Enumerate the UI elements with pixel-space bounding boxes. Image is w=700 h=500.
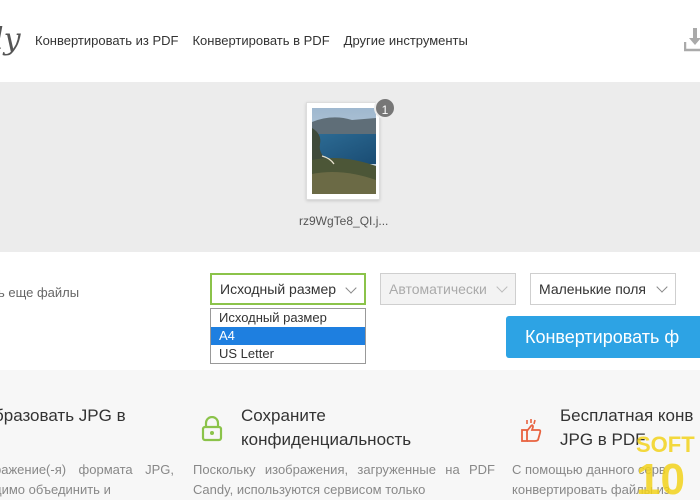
page-size-select[interactable]: Исходный размер: [210, 273, 366, 305]
upload-area[interactable]: 1 rz9WgTe8_QI.j...: [0, 82, 700, 252]
info-title: Сохраните конфиденциальность: [241, 406, 412, 449]
info-text: Поскольку изображения, загруженные на PD…: [193, 462, 495, 497]
conversion-options: ть еще файлы Исходный размер Автоматичес…: [0, 252, 700, 370]
watermark-line1: SOFT: [636, 432, 695, 457]
chevron-down-icon: [345, 282, 357, 294]
nav-convert-from-pdf[interactable]: Конвертировать из PDF: [35, 33, 178, 48]
page-size-option-a4[interactable]: A4: [211, 327, 365, 345]
watermark-line2: 10: [636, 455, 685, 500]
logo[interactable]: ly: [0, 22, 21, 57]
file-count-badge: 1: [374, 97, 396, 119]
margin-value: Маленькие поля: [539, 281, 647, 297]
thumbs-up-icon: [521, 419, 542, 442]
page: ly Конвертировать из PDF Конвертировать …: [0, 0, 700, 500]
nav-other-tools[interactable]: Другие инструменты: [344, 33, 468, 48]
info-text: ражение(-я) формата JPG, димо объединить…: [0, 462, 174, 497]
margin-select[interactable]: Маленькие поля: [530, 273, 676, 305]
file-preview-image: [312, 108, 376, 194]
file-thumbnail[interactable]: [306, 102, 380, 200]
info-title: бразовать JPG в: [0, 406, 126, 425]
file-name: rz9WgTe8_QI.j...: [299, 214, 389, 228]
page-size-dropdown: Исходный размер A4 US Letter: [210, 308, 366, 364]
soft10-watermark: SOFT 10: [636, 432, 695, 500]
nav-convert-to-pdf[interactable]: Конвертировать в PDF: [192, 33, 329, 48]
orientation-select[interactable]: Автоматически: [380, 273, 516, 305]
download-icon[interactable]: [684, 26, 700, 52]
page-size-option-original[interactable]: Исходный размер: [211, 309, 365, 327]
orientation-value: Автоматически: [389, 281, 487, 297]
lock-icon: [201, 416, 223, 442]
convert-button[interactable]: Конвертировать ф: [506, 316, 700, 358]
page-size-value: Исходный размер: [220, 281, 337, 297]
page-size-option-us-letter[interactable]: US Letter: [211, 345, 365, 363]
chevron-down-icon: [656, 281, 668, 293]
header: ly Конвертировать из PDF Конвертировать …: [0, 0, 700, 82]
info-section: бразовать JPG в ражение(-я) формата JPG,…: [0, 370, 700, 500]
chevron-down-icon: [496, 281, 508, 293]
info-title-line1: Бесплатная конв: [560, 406, 694, 425]
main-nav: Конвертировать из PDF Конвертировать в P…: [35, 33, 468, 48]
add-more-files-link[interactable]: ть еще файлы: [0, 285, 79, 300]
